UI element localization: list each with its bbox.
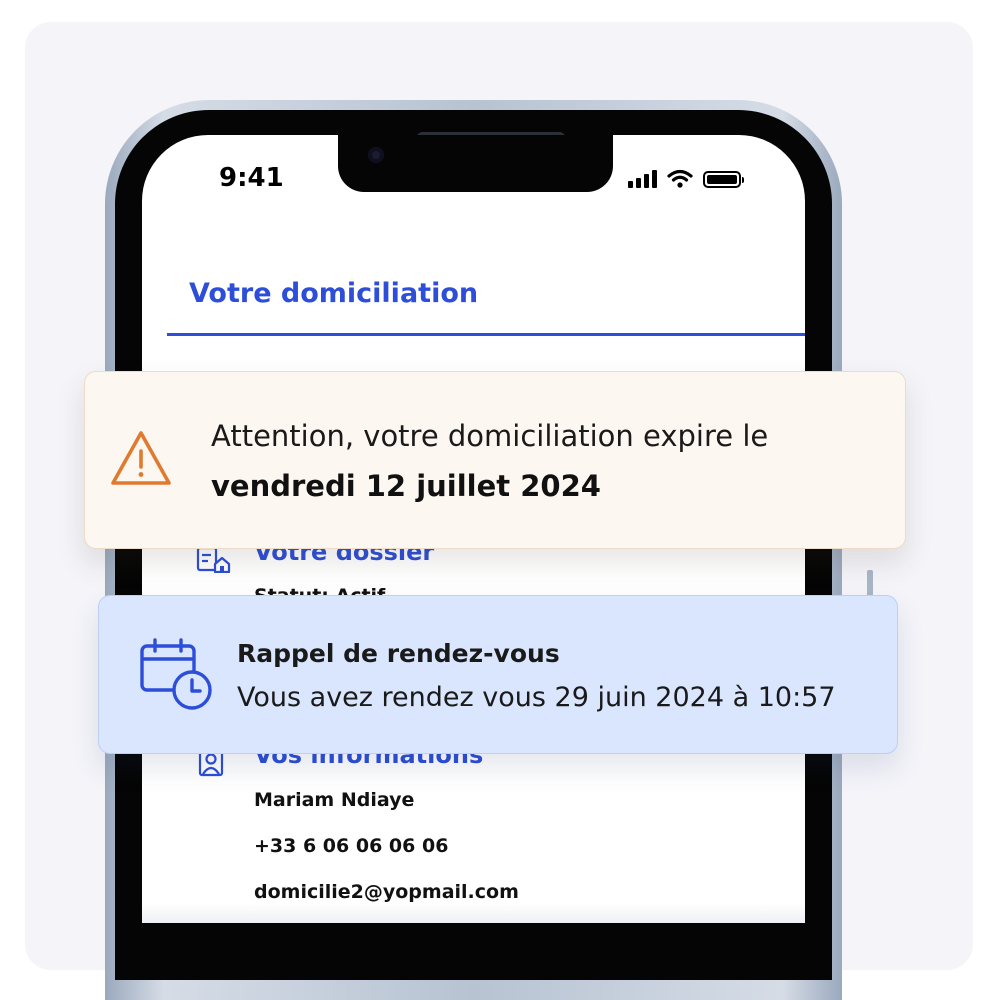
wifi-icon — [667, 169, 693, 188]
user-phone[interactable]: +33 6 06 06 06 06 — [254, 835, 448, 857]
camera-icon — [368, 147, 384, 163]
user-name: Mariam Ndiaye — [254, 789, 415, 811]
status-time: 9:41 — [219, 163, 284, 193]
expiry-alert-card[interactable]: Attention, votre domiciliation expire le… — [84, 371, 906, 549]
alert-message: Attention, votre domiciliation expire le — [211, 419, 769, 453]
reminder-message: Vous avez rendez vous 29 juin 2024 à 10:… — [237, 682, 836, 713]
phone-notch — [338, 135, 613, 192]
battery-icon — [703, 170, 744, 188]
calendar-clock-icon — [140, 638, 212, 710]
page-title: Votre domiciliation — [189, 278, 479, 309]
reminder-title: Rappel de rendez-vous — [237, 639, 560, 668]
user-email[interactable]: domicilie2@yopmail.com — [254, 881, 519, 903]
screen-bottom-edge — [142, 903, 805, 923]
status-icons — [628, 169, 744, 189]
battery-level — [707, 174, 737, 184]
document-home-icon — [196, 546, 231, 573]
appointment-reminder-card[interactable]: Rappel de rendez-vous Vous avez rendez v… — [98, 595, 898, 754]
warning-triangle-icon — [111, 431, 171, 485]
title-underline — [167, 333, 805, 336]
alert-expiry-date: vendredi 12 juillet 2024 — [211, 469, 601, 503]
signal-icon — [628, 170, 657, 188]
